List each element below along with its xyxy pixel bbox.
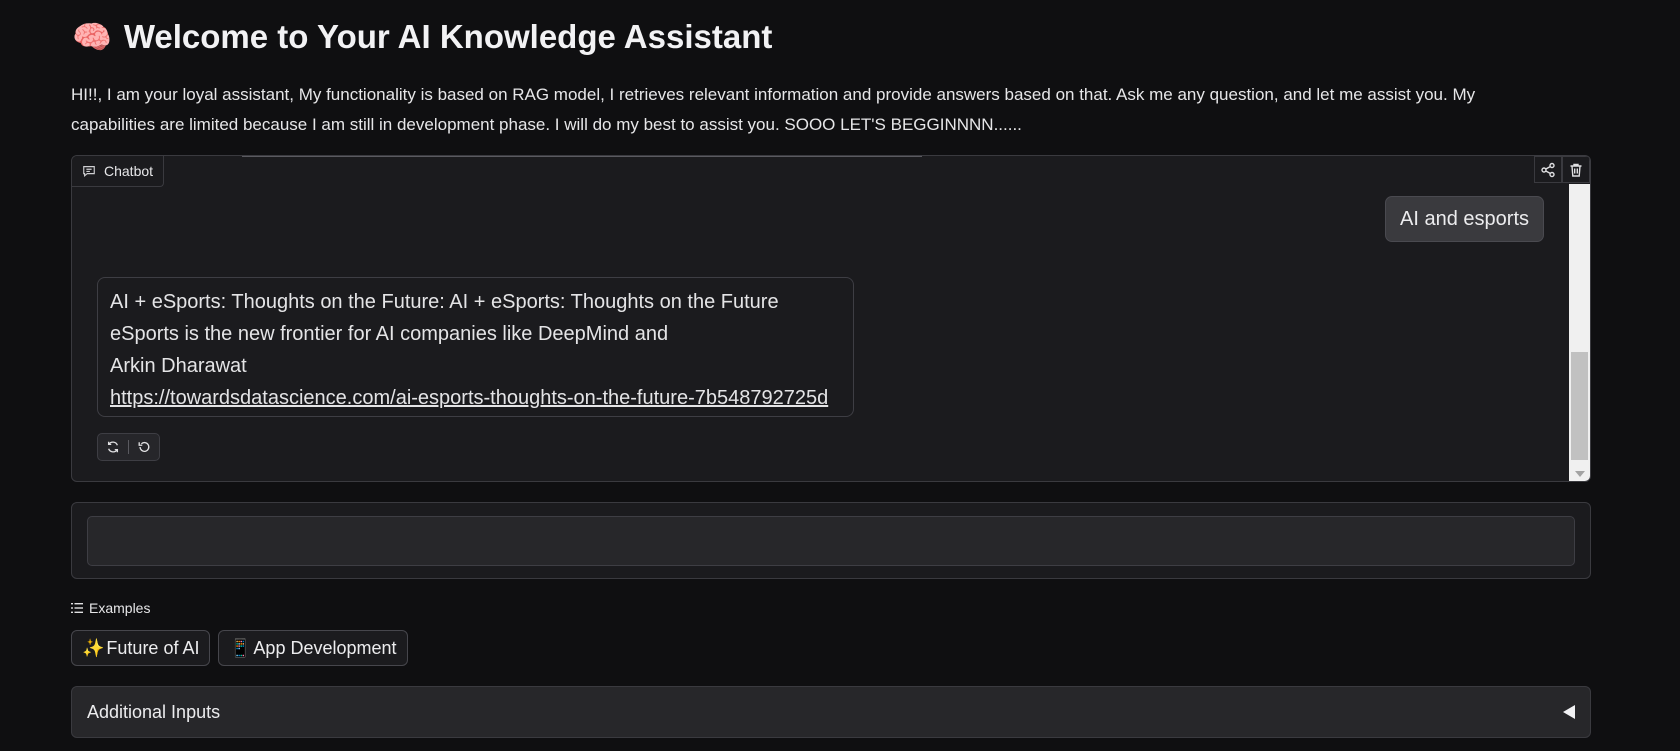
chatbot-label: Chatbot [72,156,165,187]
divider [128,440,129,454]
retry-icon [107,441,119,453]
chatbot-label-text: Chatbot [104,163,154,179]
examples-label-text: Examples [89,600,151,616]
example-button-future-of-ai[interactable]: ✨ Future of AI [71,630,211,666]
share-icon [1541,162,1555,177]
source-link[interactable]: https://towardsdatascience.com/ai-esport… [110,382,841,414]
page-title-text: Welcome to Your AI Knowledge Assistant [123,18,773,55]
chat-icon [83,166,95,178]
share-button[interactable] [1534,156,1562,183]
bot-message-line: Arkin Dharawat [110,355,247,377]
bot-message: AI + eSports: Thoughts on the Future: AI… [97,277,854,417]
scroll-down-icon[interactable] [1575,471,1585,477]
triangle-left-icon[interactable] [1563,705,1575,719]
message-input-panel [71,502,1591,579]
chatbot-actions [1534,156,1590,183]
sparkles-icon: ✨ [82,637,105,658]
divider [242,156,922,157]
list-icon [71,603,83,613]
brain-icon: 🧠 [72,19,112,55]
bot-message-line: eSports is the new frontier for AI compa… [110,323,669,345]
scrollbar-thumb[interactable] [1571,352,1588,460]
intro-text: HI!!, I am your loyal assistant, My func… [71,85,1476,134]
chatbot-panel: Chatbot AI and esports AI + eSports: Tho… [71,155,1591,482]
trash-icon [1570,163,1582,177]
user-message: AI and esports [1385,196,1544,242]
example-label: App Development [253,637,397,658]
retry-button[interactable] [102,436,124,458]
example-button-app-development[interactable]: 📱 App Development [218,630,408,666]
message-actions [97,433,160,461]
undo-button[interactable] [133,436,155,458]
message-input[interactable] [87,516,1575,566]
clear-button[interactable] [1562,156,1590,183]
accordion-label: Additional Inputs [87,701,221,722]
page-title: 🧠 Welcome to Your AI Knowledge Assistant [72,18,772,56]
chat-scrollbar[interactable] [1569,184,1590,481]
phone-icon: 📱 [229,637,252,658]
bot-message-line: AI + eSports: Thoughts on the Future: AI… [110,291,779,313]
example-label: Future of AI [106,637,200,658]
examples-label: Examples [71,600,150,616]
user-message-text: AI and esports [1400,207,1529,230]
undo-icon [138,441,150,452]
additional-inputs-accordion[interactable]: Additional Inputs [71,686,1591,738]
